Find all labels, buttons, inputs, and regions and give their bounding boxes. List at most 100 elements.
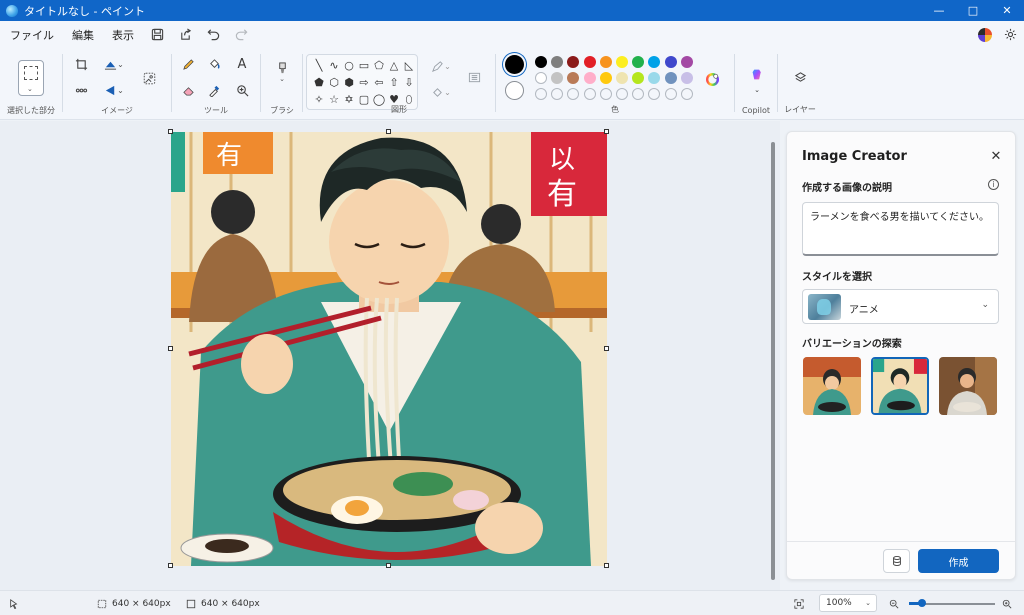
info-icon[interactable]: i — [988, 179, 999, 190]
shape-option[interactable]: ⇦ — [372, 75, 386, 89]
style-dropdown[interactable]: アニメ ⌄ — [802, 289, 999, 324]
custom-color-slot[interactable] — [664, 88, 677, 100]
pencil-icon[interactable] — [180, 56, 196, 72]
layers-icon[interactable] — [791, 68, 809, 86]
copilot-icon[interactable] — [747, 64, 767, 84]
shape-option[interactable]: ∿ — [327, 58, 341, 72]
resize-icon[interactable]: ⌄ — [101, 56, 127, 72]
resize-handle[interactable] — [604, 129, 609, 134]
shape-option[interactable]: ╲ — [312, 58, 326, 72]
shape-option[interactable]: △ — [387, 58, 401, 72]
resize-handle[interactable] — [386, 563, 391, 568]
maximize-button[interactable]: □ — [956, 0, 990, 21]
primary-color-swatch[interactable] — [505, 55, 524, 74]
custom-color-slot[interactable] — [551, 88, 564, 100]
text-tool-icon[interactable]: A — [234, 56, 250, 72]
menu-edit[interactable]: 編集 — [63, 21, 103, 48]
magnifier-icon[interactable] — [234, 82, 250, 98]
create-button[interactable]: 作成 — [918, 549, 999, 573]
shape-option[interactable]: ○ — [342, 58, 356, 72]
shape-option[interactable]: ⇧ — [387, 75, 401, 89]
settings-gear-icon[interactable] — [1002, 21, 1018, 48]
selection-tool-button[interactable]: ⌄ — [18, 60, 44, 96]
rotate-icon[interactable]: ⌄ — [101, 82, 127, 98]
palette-color-swatch[interactable] — [632, 72, 645, 84]
outline-icon[interactable]: ⌄ — [428, 58, 454, 74]
save-icon[interactable] — [143, 21, 171, 48]
custom-color-slot[interactable] — [680, 88, 693, 100]
palette-color-swatch[interactable] — [599, 72, 612, 84]
palette-color-swatch[interactable] — [616, 72, 628, 84]
shape-option[interactable]: ⬠ — [372, 58, 386, 72]
shape-fill-icon[interactable]: ⌄ — [428, 84, 454, 100]
palette-color-swatch[interactable] — [535, 56, 547, 68]
custom-color-slot[interactable] — [599, 88, 612, 100]
palette-color-swatch[interactable] — [664, 72, 677, 84]
palette-color-swatch[interactable] — [567, 56, 580, 68]
shape-option[interactable]: ⬟ — [312, 75, 326, 89]
image-select-icon[interactable] — [73, 82, 89, 98]
palette-color-swatch[interactable] — [551, 56, 564, 68]
custom-color-slot[interactable] — [583, 88, 596, 100]
close-window-button[interactable]: ✕ — [990, 0, 1024, 21]
minimize-button[interactable]: — — [922, 0, 956, 21]
prompt-input[interactable] — [802, 202, 999, 256]
zoom-in-icon[interactable] — [1002, 591, 1012, 615]
palette-color-swatch[interactable] — [632, 56, 645, 68]
close-icon[interactable]: ✕ — [987, 147, 1005, 165]
vertical-scrollbar[interactable] — [771, 142, 775, 580]
zoom-slider-thumb[interactable] — [917, 599, 926, 607]
edit-colors-icon[interactable] — [703, 70, 721, 88]
custom-color-slot[interactable] — [648, 88, 661, 100]
zoom-out-icon[interactable] — [889, 591, 899, 615]
fill-bucket-icon[interactable] — [206, 56, 222, 72]
remove-background-icon[interactable] — [139, 68, 159, 88]
palette-color-swatch[interactable] — [551, 72, 564, 84]
eraser-icon[interactable] — [180, 82, 196, 98]
palette-color-swatch[interactable] — [664, 56, 677, 68]
redo-icon[interactable] — [227, 21, 255, 48]
shape-option[interactable]: ◺ — [402, 58, 416, 72]
palette-color-swatch[interactable] — [680, 72, 693, 84]
variation-thumbnail-1[interactable] — [803, 357, 861, 415]
credits-button[interactable] — [883, 549, 910, 573]
palette-color-swatch[interactable] — [535, 72, 547, 84]
custom-color-slot[interactable] — [616, 88, 628, 100]
crop-icon[interactable] — [73, 56, 89, 72]
canvas-area[interactable]: 有 以 有 — [0, 121, 780, 590]
custom-color-slot[interactable] — [567, 88, 580, 100]
palette-color-swatch[interactable] — [567, 72, 580, 84]
shape-option[interactable]: ⇩ — [402, 75, 416, 89]
custom-color-slot[interactable] — [535, 88, 547, 100]
share-icon[interactable] — [171, 21, 199, 48]
stroke-size-icon[interactable] — [465, 68, 483, 86]
menu-file[interactable]: ファイル — [0, 21, 63, 48]
resize-handle[interactable] — [168, 129, 173, 134]
shape-option[interactable]: ⬢ — [342, 75, 356, 89]
brush-icon[interactable]: ⌄ — [273, 60, 291, 84]
account-avatar[interactable] — [978, 27, 992, 42]
secondary-color-swatch[interactable] — [505, 81, 524, 100]
variation-thumbnail-2-selected[interactable] — [871, 357, 929, 415]
variation-thumbnail-3[interactable] — [939, 357, 997, 415]
palette-color-swatch[interactable] — [583, 72, 596, 84]
color-picker-icon[interactable] — [206, 82, 222, 98]
custom-color-slot[interactable] — [632, 88, 645, 100]
canvas-image[interactable]: 有 以 有 — [171, 132, 607, 566]
resize-handle[interactable] — [604, 563, 609, 568]
menu-view[interactable]: 表示 — [103, 21, 143, 48]
palette-color-swatch[interactable] — [583, 56, 596, 68]
shape-option[interactable]: ▭ — [357, 58, 371, 72]
chevron-down-icon[interactable]: ⌄ — [750, 86, 764, 94]
zoom-level-dropdown[interactable]: 100% ⌄ — [819, 594, 877, 612]
fit-to-window-icon[interactable] — [794, 591, 804, 615]
resize-handle[interactable] — [604, 346, 609, 351]
resize-handle[interactable] — [168, 346, 173, 351]
undo-icon[interactable] — [199, 21, 227, 48]
palette-color-swatch[interactable] — [680, 56, 693, 68]
resize-handle[interactable] — [386, 129, 391, 134]
palette-color-swatch[interactable] — [648, 56, 661, 68]
palette-color-swatch[interactable] — [599, 56, 612, 68]
shape-option[interactable]: ⇨ — [357, 75, 371, 89]
resize-handle[interactable] — [168, 563, 173, 568]
